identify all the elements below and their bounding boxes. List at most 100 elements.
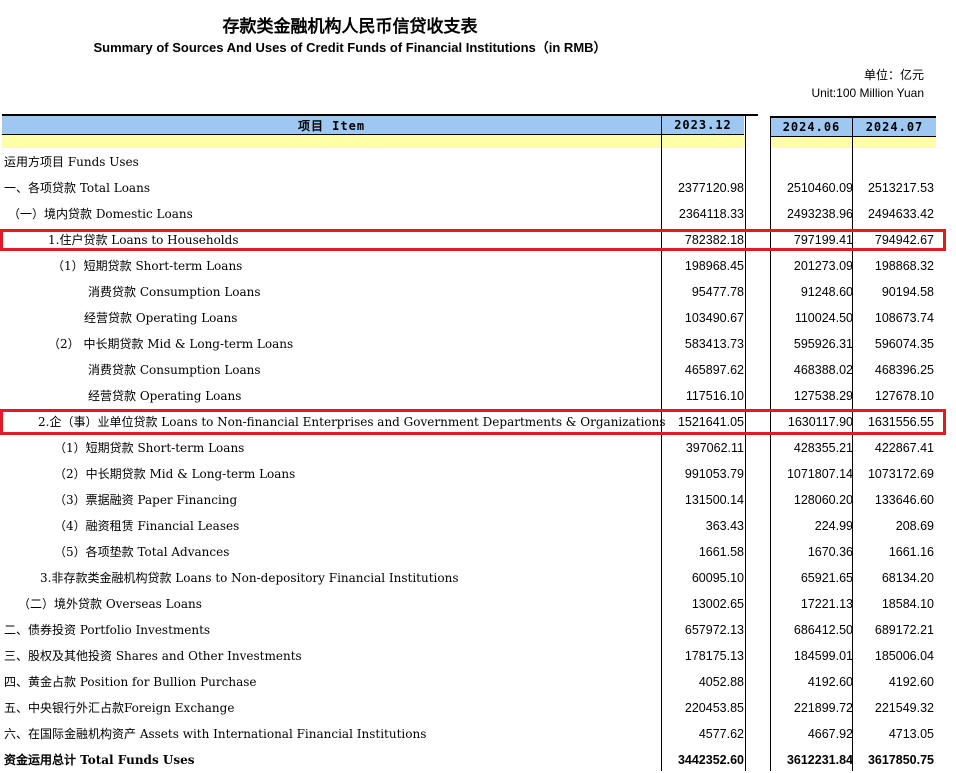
row-label: 三、股权及其他投资 Shares and Other Investments [4, 649, 302, 663]
row-label: 一、各项贷款 Total Loans [4, 181, 150, 195]
value-2024-07: 2513217.53 [867, 181, 934, 195]
page-title-en: Summary of Sources And Uses of Credit Fu… [93, 40, 607, 55]
value-2023-12: 60095.10 [691, 571, 744, 585]
value-2024-06: 1670.36 [807, 545, 853, 559]
table-row: （2）中长期贷款 Mid & Long-term Loans 991053.79 1… [2, 461, 936, 487]
table-row: 资金运用总计 Total Funds Uses 3442352.60 3612231… [2, 747, 936, 773]
table-row: 3.非存款类金融机构贷款 Loans to Non-depository Fin… [2, 565, 936, 591]
value-2024-07: 596074.35 [874, 337, 934, 351]
value-2023-12: 991053.79 [684, 467, 744, 481]
table-row: 四、黄金占款 Position for Bullion Purchase 4052… [2, 669, 936, 695]
value-2024-06: 110024.50 [794, 311, 853, 325]
row-label: （1）短期贷款 Short-term Loans [54, 441, 245, 455]
value-2024-06: 468388.02 [793, 363, 853, 377]
value-2023-12: 1661.58 [698, 545, 744, 559]
value-2024-06: 2510460.09 [786, 181, 853, 195]
unit-label-cn: 单位：亿元 [863, 68, 924, 82]
row-label: 六、在国际金融机构资产 Assets with International Fi… [4, 727, 427, 741]
value-2024-06: 428355.21 [793, 441, 853, 455]
value-2023-12: 4577.62 [698, 727, 744, 741]
value-2024-06: 127538.29 [793, 389, 853, 403]
value-2024-07: 689172.21 [874, 623, 934, 637]
row-label: （2）中长期贷款 Mid & Long-term Loans [54, 467, 296, 481]
table-row: （一）境内贷款 Domestic Loans 2364118.33 2493238.… [2, 201, 936, 227]
value-2024-06: 4667.92 [807, 727, 853, 741]
row-label: （2） 中长期贷款 Mid & Long-term Loans [48, 337, 294, 351]
value-2024-07: 68134.20 [881, 571, 934, 585]
value-2024-07: 18584.10 [881, 597, 934, 611]
row-label: （一）境内贷款 Domestic Loans [8, 207, 193, 221]
row-label: 四、黄金占款 Position for Bullion Purchase [4, 675, 257, 689]
value-2023-12: 178175.13 [684, 649, 744, 663]
value-2023-12: 198968.45 [684, 259, 744, 273]
header-col-2023-12: 2023.12 [662, 116, 744, 135]
table-row: （1）短期贷款 Short-term Loans 198968.45 201273.… [2, 253, 936, 279]
value-2024-06: 201273.09 [793, 259, 853, 273]
value-2024-07: 133646.60 [874, 493, 934, 507]
table-row: 一、各项贷款 Total Loans 2377120.98 2510460.09 25… [2, 175, 936, 201]
table-row: （4）融资租赁 Financial Leases 363.43 224.99 208.… [2, 513, 936, 539]
header-yellow-strip-left [2, 135, 745, 148]
value-2024-07: 127678.10 [874, 389, 934, 403]
table-row: 三、股权及其他投资 Shares and Other Investments 17… [2, 643, 936, 669]
table-row: 经营贷款 Operating Loans 117516.10 127538.29 12… [2, 383, 936, 409]
value-2023-12: 220453.85 [684, 701, 744, 715]
value-2024-06: 221899.72 [793, 701, 853, 715]
value-2024-07: 2494633.42 [867, 207, 934, 221]
value-2024-06: 2493238.96 [786, 207, 853, 221]
value-2023-12: 397062.11 [685, 441, 744, 455]
value-2024-07: 422867.41 [874, 441, 934, 455]
value-2023-12: 131500.14 [684, 493, 744, 507]
value-2023-12: 583413.73 [684, 337, 744, 351]
value-2024-07: 3617850.75 [867, 753, 934, 767]
row-label: （1）短期贷款 Short-term Loans [52, 259, 243, 273]
table-row: （2） 中长期贷款 Mid & Long-term Loans 583413.73… [2, 331, 936, 357]
row-label: 消费贷款 Consumption Loans [88, 285, 261, 299]
row-label: （3）票据融资 Paper Financing [54, 493, 238, 507]
value-2024-06: 65921.65 [800, 571, 853, 585]
table-row: （二）境外贷款 Overseas Loans 13002.65 17221.13 18… [2, 591, 936, 617]
section-label: 运用方项目 Funds Uses [4, 155, 139, 169]
value-2024-07: 1073172.69 [867, 467, 934, 481]
value-2023-12: 2377120.98 [677, 181, 744, 195]
value-2024-06: 184599.01 [793, 649, 853, 663]
value-2024-07: 221549.32 [874, 701, 934, 715]
row-label: 经营贷款 Operating Loans [84, 311, 238, 325]
row-label: （5）各项垫款 Total Advances [54, 545, 230, 559]
row-label: 经营贷款 Operating Loans [88, 389, 242, 403]
value-2024-07: 198868.32 [874, 259, 934, 273]
highlight-enterprises [0, 409, 946, 435]
value-2024-07: 468396.25 [874, 363, 934, 377]
row-label: （4）融资租赁 Financial Leases [54, 519, 240, 533]
value-2024-07: 108673.74 [874, 311, 934, 325]
section-row: 运用方项目 Funds Uses [2, 149, 936, 175]
value-2024-07: 185006.04 [874, 649, 934, 663]
value-2023-12: 95477.78 [691, 285, 744, 299]
value-2023-12: 4052.88 [698, 675, 744, 689]
table-row: 消费贷款 Consumption Loans 95477.78 91248.60 90… [2, 279, 936, 305]
value-2023-12: 13002.65 [691, 597, 744, 611]
row-label: 资金运用总计 Total Funds Uses [4, 753, 195, 767]
table-row: （1）短期贷款 Short-term Loans 397062.11 428355.… [2, 435, 936, 461]
value-2024-06: 686412.50 [793, 623, 853, 637]
value-2024-06: 91248.60 [800, 285, 853, 299]
page-title-cn: 存款类金融机构人民币信贷收支表 [222, 17, 478, 37]
value-2023-12: 363.43 [705, 519, 744, 533]
value-2024-07: 208.69 [895, 519, 934, 533]
table-row: 二、债券投资 Portfolio Investments 657972.13 686… [2, 617, 936, 643]
row-label: 3.非存款类金融机构贷款 Loans to Non-depository Fin… [40, 571, 459, 585]
table-row: 六、在国际金融机构资产 Assets with International Fi… [2, 721, 936, 747]
row-label: 消费贷款 Consumption Loans [88, 363, 261, 377]
header-yellow-strip-right [771, 137, 936, 148]
header-col-2024-06: 2024.06 [771, 118, 852, 137]
value-2024-07: 4713.05 [888, 727, 934, 741]
value-2023-12: 117516.10 [685, 389, 744, 403]
value-2024-06: 3612231.84 [786, 753, 853, 767]
row-label: 五、中央银行外汇占款Foreign Exchange [4, 701, 235, 715]
row-label: 二、债券投资 Portfolio Investments [4, 623, 211, 637]
table-row: 五、中央银行外汇占款Foreign Exchange 220453.85 22189… [2, 695, 936, 721]
highlight-households [0, 229, 946, 251]
table-row: 经营贷款 Operating Loans 103490.67 110024.50 10… [2, 305, 936, 331]
value-2024-06: 128060.20 [793, 493, 853, 507]
unit-label-en: Unit:100 Million Yuan [811, 86, 924, 100]
